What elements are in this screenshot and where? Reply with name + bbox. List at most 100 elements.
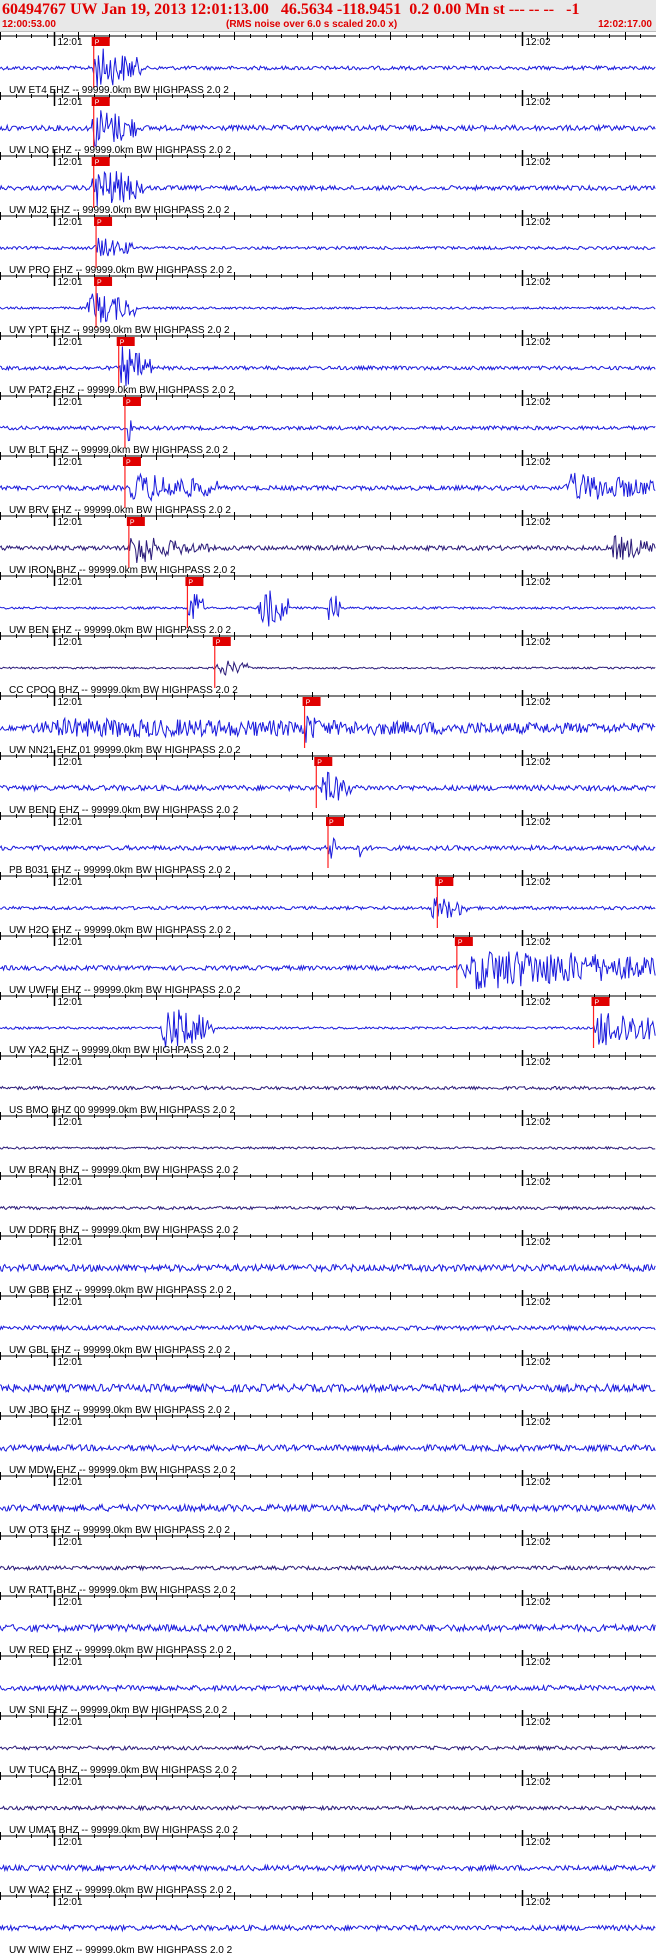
minute-label: 12:02 (526, 277, 551, 288)
minute-label: 12:02 (526, 1537, 551, 1548)
trace-12: 12:01 12:02 P UW BEND EHZ -- 99999.0km BW H… (0, 750, 656, 816)
waveform (0, 346, 656, 387)
waveform (0, 110, 656, 147)
minute-label: 12:01 (58, 817, 83, 828)
minute-label: 12:01 (58, 1357, 83, 1368)
scaling-note: (RMS noise over 6.0 s scaled 20.0 x) (226, 19, 398, 30)
waveform (0, 660, 656, 676)
minute-label: 12:01 (58, 1117, 83, 1128)
minute-label: 12:02 (526, 1717, 551, 1728)
minute-label: 12:01 (58, 997, 83, 1008)
minute-label: 12:02 (526, 1417, 551, 1428)
minute-label: 12:02 (526, 1597, 551, 1608)
waveform (0, 771, 656, 801)
minute-label: 12:02 (526, 1897, 551, 1908)
trace-label: UW MDW EHZ -- 99999.0km BW HIGHPASS 2.0 … (9, 1465, 236, 1476)
trace-label: UW WIW EHZ -- 99999.0km BW HIGHPASS 2.0 … (9, 1945, 233, 1956)
trace-6: 12:01 12:02 P UW BLT EHZ -- 99999.0km BW HI… (0, 390, 656, 456)
trace-28: 12:01 12:02UW TUCA BHZ -- 99999.0km BW HI… (0, 1710, 656, 1776)
trace-20: 12:01 12:02 UW GBB EHZ -- 99999.0km BW HIG… (0, 1230, 656, 1296)
trace-label: UW GBB EHZ -- 99999.0km BW HIGHPASS 2.0 … (9, 1285, 232, 1296)
waveform (0, 1804, 656, 1812)
minute-label: 12:01 (58, 277, 83, 288)
trace-5: 12:01 12:02 P UW PAT2 EHZ -- 99999.0km BW H… (0, 330, 656, 396)
trace-9: 12:01 12:02 P UW BEN EHZ -- 99999.0km BW HI… (0, 570, 656, 636)
minute-label: 12:02 (526, 997, 551, 1008)
minute-label: 12:02 (526, 877, 551, 888)
trace-label: UW IRON BHZ -- 99999.0km BW HIGHPASS 2.0… (9, 565, 236, 576)
trace-25: 12:01 12:02 UW RATT BHZ -- 99999.0km BW HI… (0, 1530, 656, 1596)
minute-label: 12:01 (58, 1717, 83, 1728)
minute-label: 12:01 (58, 397, 83, 408)
trace-4: 12:01 12:02 P UW YPT EHZ -- 99999.0km BW HI… (0, 270, 656, 336)
trace-label: UW PRO EHZ -- 99999.0km BW HIGHPASS 2.0 … (9, 265, 233, 276)
minute-label: 12:02 (526, 577, 551, 588)
waveform (0, 472, 656, 502)
window-end-time: 12:02:17.00 (598, 19, 652, 30)
trace-7: 12:01 12:02 P UW BRV EHZ -- 99999.0km BW HI… (0, 450, 656, 516)
waveform (0, 897, 656, 920)
waveform (0, 1564, 656, 1572)
waveform (0, 237, 656, 257)
minute-label: 12:01 (58, 577, 83, 588)
window-start-time: 12:00:53.00 (2, 19, 56, 30)
trace-label: UW YA2 EHZ -- 99999.0km BW HIGHPASS 2.0 … (9, 1045, 229, 1056)
waveform (0, 1502, 656, 1514)
plot-header: 60494767 UW Jan 19, 2013 12:01:13.00 46.… (0, 0, 656, 32)
minute-label: 12:01 (58, 757, 83, 768)
minute-label: 12:02 (526, 1837, 551, 1848)
trace-16: 12:01 12:02 P UW YA2 EHZ -- 99999.0km BW HI… (0, 990, 656, 1056)
waveform (0, 1084, 656, 1092)
minute-label: 12:01 (58, 217, 83, 228)
waveform (0, 715, 656, 743)
trace-label: UW SNI EHZ -- 99999.0km BW HIGHPASS 2.0 … (9, 1705, 228, 1716)
trace-label: UW BLT EHZ -- 99999.0km BW HIGHPASS 2.0 … (9, 445, 228, 456)
trace-label: UW MJ2 EHZ -- 99999.0km BW HIGHPASS 2.0 … (9, 205, 230, 216)
waveform (0, 420, 656, 442)
trace-label: UW UWFH EHZ -- 99999.0km BW HIGHPASS 2.0… (9, 985, 241, 996)
trace-2: 12:01 12:02 P UW MJ2 EHZ -- 99999.0km BW HI… (0, 150, 656, 216)
waveform (0, 1323, 656, 1333)
trace-11: 12:01 12:02PUW NN21 EHZ 01 99999.0km BW H… (0, 690, 656, 756)
trace-label: UW JBO EHZ -- 99999.0km BW HIGHPASS 2.0 … (9, 1405, 230, 1416)
trace-18: 12:01 12:02 UW BRAN BHZ -- 99999.0km BW HI… (0, 1110, 656, 1176)
minute-label: 12:02 (526, 1357, 551, 1368)
trace-13: 12:01 12:02 P PB B031 EHZ -- 99999.0km BW H… (0, 810, 656, 876)
pick-label: P (130, 520, 135, 527)
waveform (0, 1262, 656, 1274)
minute-label: 12:01 (58, 1297, 83, 1308)
minute-label: 12:02 (526, 697, 551, 708)
trace-27: 12:01 12:02 UW SNI EHZ -- 99999.0km BW HIG… (0, 1650, 656, 1716)
minute-label: 12:01 (58, 937, 83, 948)
minute-label: 12:02 (526, 517, 551, 528)
trace-19: 12:01 12:02 UW DDRF BHZ -- 99999.0km BW HI… (0, 1170, 656, 1236)
pick-label: P (97, 280, 102, 287)
minute-label: 12:02 (526, 937, 551, 948)
minute-label: 12:02 (526, 1177, 551, 1188)
minute-label: 12:02 (526, 337, 551, 348)
trace-3: 12:01 12:02 P UW PRO EHZ -- 99999.0km BW HI… (0, 210, 656, 276)
pick-label: P (458, 940, 463, 947)
minute-label: 12:01 (58, 1537, 83, 1548)
waveform (0, 535, 656, 564)
trace-1: 12:01 12:02 P UW LNO EHZ -- 99999.0km BW HI… (0, 90, 656, 156)
waveform (0, 951, 656, 990)
minute-label: 12:02 (526, 217, 551, 228)
minute-label: 12:01 (58, 1777, 83, 1788)
minute-label: 12:02 (526, 1657, 551, 1668)
minute-label: 12:02 (526, 1777, 551, 1788)
minute-label: 12:01 (58, 637, 83, 648)
waveform (0, 1382, 656, 1394)
trace-label: PB B031 EHZ -- 99999.0km BW HIGHPASS 2.0… (9, 865, 231, 876)
minute-label: 12:02 (526, 37, 551, 48)
trace-label: UW GBL EHZ -- 99999.0km BW HIGHPASS 2.0 … (9, 1345, 231, 1356)
minute-label: 12:02 (526, 1477, 551, 1488)
trace-label: UW YPT EHZ -- 99999.0km BW HIGHPASS 2.0 … (9, 325, 230, 336)
trace-31: 12:01 12:02 UW WIW EHZ -- 99999.0km BW HIG… (0, 1890, 656, 1956)
waveform (0, 590, 656, 627)
waveform (0, 1205, 656, 1211)
seismogram-panel: 12:01 12:02 P UW ET4 EHZ -- 99999.0km BW HI… (0, 32, 656, 1956)
minute-label: 12:01 (58, 697, 83, 708)
trace-23: 12:01 12:02 UW MDW EHZ -- 99999.0km BW HIG… (0, 1410, 656, 1476)
pick-label: P (188, 580, 193, 587)
